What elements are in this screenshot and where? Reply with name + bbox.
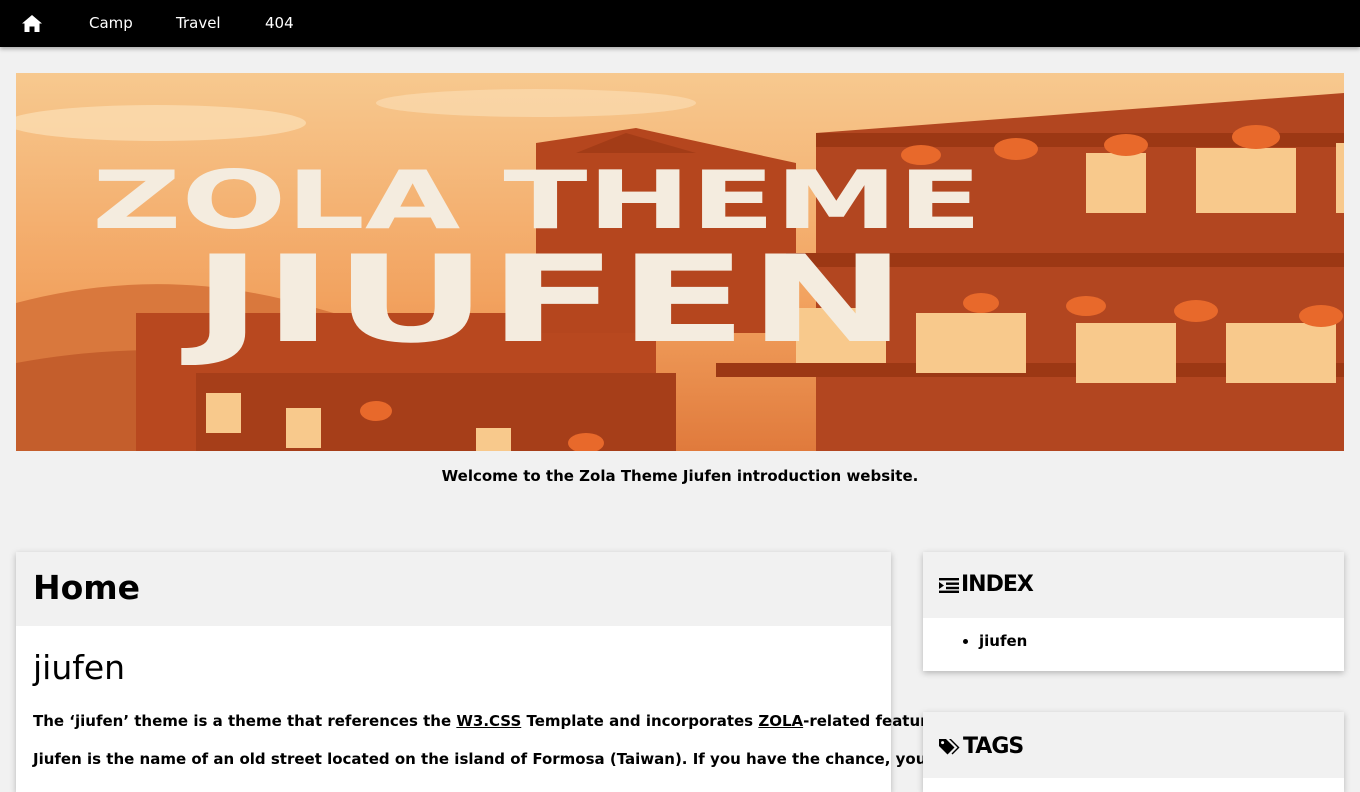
index-card-header: INDEX (923, 552, 1344, 618)
index-card: INDEX jiufen (923, 552, 1344, 671)
index-title: INDEX (939, 572, 1034, 597)
nav-link-camp[interactable]: Camp (89, 0, 133, 47)
w3css-link[interactable]: W3.CSS (456, 712, 521, 730)
tags-title: TAGS (939, 734, 1024, 759)
nav-link-404[interactable]: 404 (265, 0, 294, 47)
intro-text-1: The ‘jiufen’ theme is a theme that refer… (33, 712, 457, 730)
main-content-card: Home jiufen The ‘jiufen’ theme is a them… (16, 552, 1074, 792)
nav-link-travel[interactable]: Travel (176, 0, 221, 47)
jiufen-paragraph: Jiufen is the name of an old street loca… (33, 750, 1074, 768)
page-title: Home (33, 568, 141, 607)
index-list: jiufen (923, 618, 1344, 666)
indent-list-icon (939, 577, 959, 593)
zola-link[interactable]: ZOLA (758, 712, 803, 730)
site-tagline: Welcome to the Zola Theme Jiufen introdu… (441, 467, 919, 485)
intro-paragraph: The ‘jiufen’ theme is a theme that refer… (33, 712, 952, 730)
home-icon (22, 15, 42, 32)
intro-text-2: Template and incorporates (521, 712, 759, 730)
hero-banner: ZOLA THEME JIUFEN (16, 73, 1344, 451)
banner-line-2: JIUFEN (181, 231, 907, 370)
index-item-jiufen[interactable]: jiufen (979, 632, 1344, 650)
tags-icon (939, 738, 960, 754)
tags-title-text: TAGS (963, 734, 1024, 759)
tags-card-header: TAGS (923, 712, 1344, 778)
post-title: jiufen (33, 648, 126, 687)
banner-illustration: ZOLA THEME JIUFEN (16, 73, 1344, 451)
index-item-label: jiufen (979, 632, 1028, 650)
main-card-header: Home (16, 552, 891, 626)
tags-card: TAGS (923, 712, 1344, 792)
home-link[interactable] (16, 10, 48, 37)
top-navbar: Camp Travel 404 (0, 0, 1360, 47)
index-title-text: INDEX (961, 572, 1034, 597)
